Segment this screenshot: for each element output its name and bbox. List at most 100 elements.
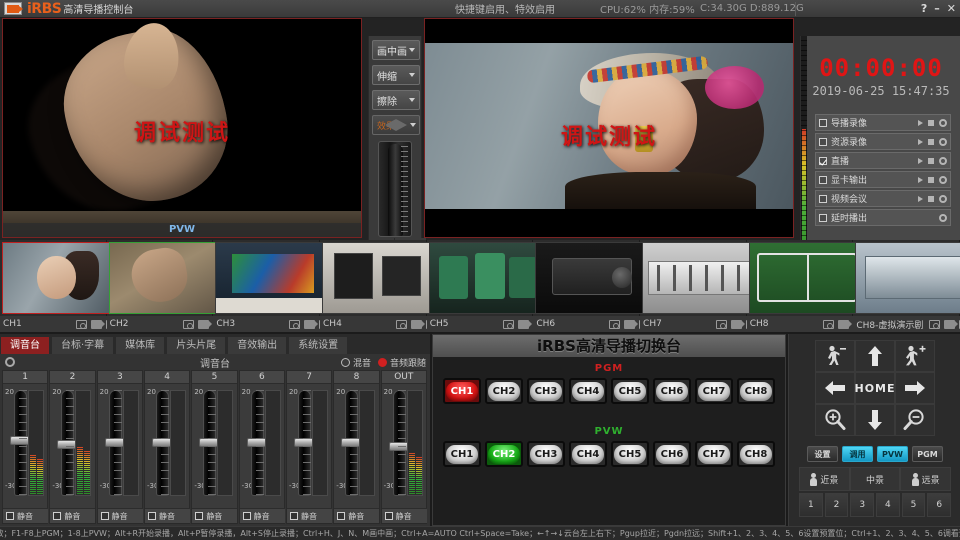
pgm-button-ch8[interactable]: CH8 [737,378,775,404]
output-row[interactable]: 资源录像 [815,133,951,150]
snapshot-icon[interactable] [76,320,87,329]
mute-checkbox[interactable] [243,512,251,520]
output-checkbox[interactable] [819,138,827,146]
ptz-shot-0[interactable]: 近景 [799,467,850,491]
play-icon[interactable] [918,139,923,145]
tab-4[interactable]: 音效输出 [227,336,287,354]
camera-icon[interactable] [304,320,315,329]
mute-checkbox[interactable] [101,512,109,520]
gear-icon[interactable] [939,119,947,127]
ptz-preset-4[interactable]: 4 [876,493,900,517]
ptz-preset-1[interactable]: 1 [799,493,823,517]
stop-icon[interactable] [928,177,934,183]
ptz-preset-2[interactable]: 2 [825,493,849,517]
output-row[interactable]: 延时播出 [815,209,951,226]
mute-toggle[interactable]: 静音 [50,508,95,523]
minimize-icon[interactable]: – [934,2,940,15]
snapshot-icon[interactable] [929,320,940,329]
camera-icon[interactable] [624,320,635,329]
help-icon[interactable]: ? [921,2,927,15]
mute-toggle[interactable]: 静音 [334,508,379,523]
camera-icon[interactable] [411,320,422,329]
thumbnail-ch5[interactable]: CH5 [427,240,534,332]
radio-audio-follow[interactable]: 音频跟随 [378,356,426,369]
t-bar-track[interactable] [378,141,412,237]
play-icon[interactable] [918,196,923,202]
ptz-preset-6[interactable]: 6 [927,493,951,517]
output-row[interactable]: 视频会议 [815,190,951,207]
thumbnail-ch8[interactable]: CH8 [747,240,854,332]
pvw-button-ch6[interactable]: CH6 [653,441,691,467]
gear-icon[interactable] [939,157,947,165]
thumbnail-ch8-[interactable]: CH8-虚拟演示剧 [853,240,960,332]
mute-checkbox[interactable] [385,512,393,520]
thumbnail-ch3[interactable]: CH3 [213,240,320,332]
pvw-button-ch1[interactable]: CH1 [443,441,481,467]
camera-icon[interactable] [838,320,849,329]
pvw-button-ch3[interactable]: CH3 [527,441,565,467]
arrow-right-icon[interactable] [895,372,935,404]
camera-icon[interactable] [91,320,102,329]
snapshot-icon[interactable] [289,320,300,329]
output-row[interactable]: 显卡输出 [815,171,951,188]
pvw-button-ch8[interactable]: CH8 [737,441,775,467]
arrow-left-icon[interactable] [815,372,855,404]
mute-toggle[interactable]: 静音 [240,508,285,523]
output-row[interactable]: 导播录像 [815,114,951,131]
stop-icon[interactable] [928,139,934,145]
thumbnail-ch4[interactable]: CH4 [320,240,427,332]
mute-checkbox[interactable] [290,512,298,520]
output-checkbox[interactable] [819,214,827,222]
pgm-button-ch7[interactable]: CH7 [695,378,733,404]
pvw-button-ch5[interactable]: CH5 [611,441,649,467]
play-icon[interactable] [918,177,923,183]
pvw-button-ch7[interactable]: CH7 [695,441,733,467]
snapshot-icon[interactable] [823,320,834,329]
mute-toggle[interactable]: 静音 [382,508,427,523]
tab-3[interactable]: 片头片尾 [166,336,226,354]
camera-icon[interactable] [518,320,529,329]
ptz-preset-3[interactable]: 3 [850,493,874,517]
transition-mode-wipe-select[interactable]: 擦除 [372,90,420,110]
speed-slow-icon[interactable] [815,340,855,372]
output-checkbox[interactable] [819,195,827,203]
pgm-button-ch4[interactable]: CH4 [569,378,607,404]
tab-0[interactable]: 调音台 [0,336,50,354]
pgm-button-ch2[interactable]: CH2 [485,378,523,404]
stop-icon[interactable] [928,120,934,126]
transition-mode-pip-select[interactable]: 画中画 [372,40,420,60]
play-icon[interactable] [918,158,923,164]
output-checkbox[interactable] [819,157,827,165]
snapshot-icon[interactable] [503,320,514,329]
ptz-mode-pvw[interactable]: PVW [877,446,908,462]
tab-2[interactable]: 媒体库 [115,336,165,354]
mute-checkbox[interactable] [337,512,345,520]
mute-toggle[interactable]: 静音 [287,508,332,523]
output-row[interactable]: 直播 [815,152,951,169]
camera-icon[interactable] [198,320,209,329]
snapshot-icon[interactable] [396,320,407,329]
ptz-mode-设置[interactable]: 设置 [807,446,838,462]
snapshot-icon[interactable] [609,320,620,329]
pgm-button-ch1[interactable]: CH1 [443,378,481,404]
camera-icon[interactable] [944,320,955,329]
home-button[interactable]: HOME [855,372,895,404]
mute-toggle[interactable]: 静音 [145,508,190,523]
zoom-in-icon[interactable] [815,404,855,436]
close-icon[interactable]: ✕ [947,2,956,15]
gear-icon[interactable] [939,195,947,203]
play-icon[interactable] [918,120,923,126]
arrow-down-icon[interactable] [855,404,895,436]
pgm-button-ch5[interactable]: CH5 [611,378,649,404]
thumbnail-ch6[interactable]: CH6 [533,240,640,332]
pgm-button-ch6[interactable]: CH6 [653,378,691,404]
pgm-button-ch3[interactable]: CH3 [527,378,565,404]
stop-icon[interactable] [928,158,934,164]
mute-toggle[interactable]: 静音 [3,508,48,523]
ptz-shot-1[interactable]: 中景 [850,467,901,491]
mute-checkbox[interactable] [53,512,61,520]
output-checkbox[interactable] [819,119,827,127]
gear-icon[interactable] [939,176,947,184]
mute-checkbox[interactable] [195,512,203,520]
camera-icon[interactable] [731,320,742,329]
